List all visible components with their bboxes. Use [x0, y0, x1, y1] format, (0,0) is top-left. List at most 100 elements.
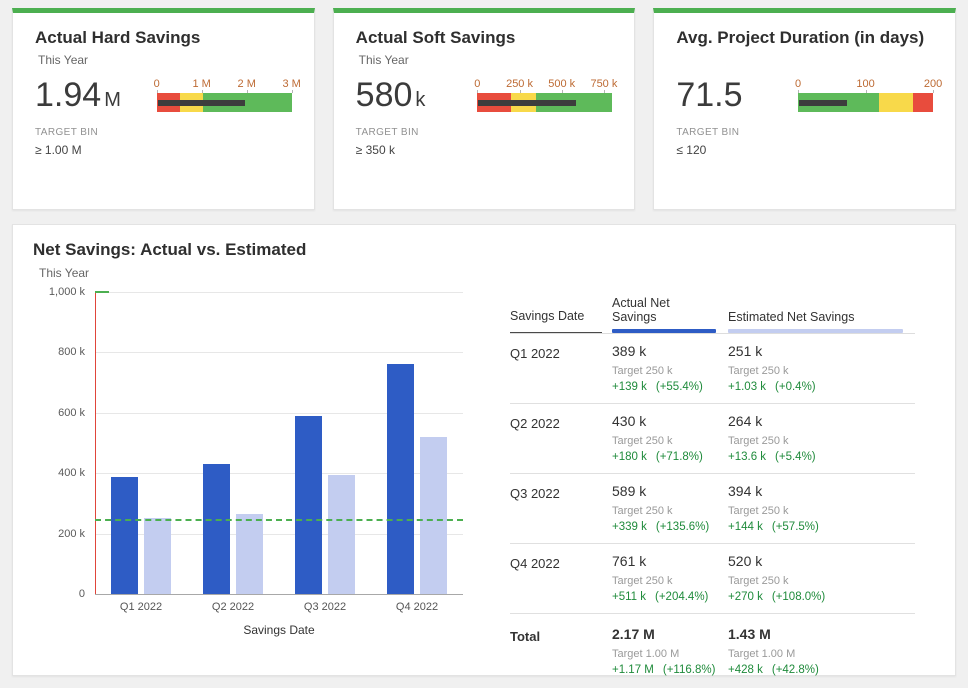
y-axis-line — [95, 292, 96, 594]
cell-target: Target 250 k — [728, 575, 915, 587]
estimated-value-cell: 264 kTarget 250 k+13.6 k(+5.4%) — [728, 413, 915, 463]
y-axis-label: 800 k — [33, 346, 85, 358]
kpi-value: 1.94M — [35, 78, 121, 112]
row-label: Q4 2022 — [510, 553, 612, 603]
gridline — [95, 594, 463, 595]
bar-group-q1-2022 — [95, 292, 187, 594]
page-title: Net Savings: Actual vs. Estimated — [33, 240, 935, 260]
cell-target: Target 250 k — [612, 435, 728, 447]
bullet-tick-label: 750 k — [590, 78, 617, 90]
cell-value: 251 k — [728, 343, 915, 359]
delta-percent: (+55.4%) — [656, 381, 703, 393]
bar-estimated-net-savings-q4-2022[interactable] — [420, 437, 447, 594]
x-axis-title: Savings Date — [95, 623, 463, 637]
bar-actual-net-savings-q2-2022[interactable] — [203, 464, 230, 594]
delta-percent: (+135.6%) — [656, 521, 709, 533]
kpi-number: 580 — [356, 76, 413, 114]
delta-value: +1.17 M — [612, 664, 654, 676]
bar-group-q2-2022 — [187, 292, 279, 594]
bar-estimated-net-savings-q2-2022[interactable] — [236, 514, 263, 594]
table-row-q3-2022[interactable]: Q3 2022589 kTarget 250 k+339 k(+135.6%)3… — [510, 474, 915, 544]
delta-percent: (+71.8%) — [656, 451, 703, 463]
kpi-value: 580k — [356, 78, 426, 112]
bullet-axis: 01 M2 M3 M — [157, 78, 292, 93]
plot-area — [95, 292, 463, 594]
row-label: Q1 2022 — [510, 343, 612, 393]
y-axis-label: 0 — [33, 588, 85, 600]
card-title: Avg. Project Duration (in days) — [676, 28, 933, 48]
y-axis-label: 1,000 k — [33, 286, 85, 298]
kpi-number: 71.5 — [676, 76, 742, 114]
axis-top-cap — [95, 291, 109, 293]
bullet-tick-mark — [933, 90, 934, 93]
table-row-q1-2022[interactable]: Q1 2022389 k Target 250 k +139 k (+55.4%) 25… — [510, 334, 915, 404]
cell-value: 761 k — [612, 553, 728, 569]
bullet-tick-label: 1 M — [192, 78, 210, 90]
target-bin-label: TARGET BIN — [356, 127, 613, 138]
target-bin-label: TARGET BIN — [676, 127, 933, 138]
bullet-axis: 0100200 — [798, 78, 933, 93]
delta-value: +139 k — [612, 381, 647, 393]
col-header-estimated: Estimated Net Savings — [728, 310, 915, 333]
actual-value-cell: 2.17 MTarget 1.00 M+1.17 M(+116.8%) — [612, 626, 728, 676]
cell-target: Target 250 k — [728, 435, 915, 447]
card-subtitle: This Year — [359, 53, 613, 68]
delta-percent: (+0.4%) — [775, 381, 816, 393]
cell-delta: +1.17 M(+116.8%) — [612, 664, 728, 676]
bar-actual-net-savings-q4-2022[interactable] — [387, 364, 414, 594]
cell-value: 264 k — [728, 413, 915, 429]
bar-actual-net-savings-q1-2022[interactable] — [111, 477, 138, 594]
bullet-band — [913, 93, 933, 112]
cell-delta: +139 k (+55.4%) — [612, 381, 728, 393]
table-row-q2-2022[interactable]: Q2 2022430 kTarget 250 k+180 k(+71.8%)26… — [510, 404, 915, 474]
bullet-tick-mark — [292, 90, 293, 93]
row-label: Q3 2022 — [510, 483, 612, 533]
bullet-chart: 0250 k500 k750 k — [477, 78, 612, 112]
actual-value-cell: 430 kTarget 250 k+180 k(+71.8%) — [612, 413, 728, 463]
actual-value-cell: 389 k Target 250 k +139 k (+55.4%) — [612, 343, 728, 393]
x-axis-labels: Q1 2022Q2 2022Q3 2022Q4 2022 — [95, 601, 463, 613]
estimated-value-cell: 1.43 MTarget 1.00 M+428 k(+42.8%) — [728, 626, 915, 676]
kpi-value: 71.5 — [676, 78, 745, 112]
table-row-q4-2022[interactable]: Q4 2022761 kTarget 250 k+511 k(+204.4%)5… — [510, 544, 915, 614]
delta-value: +339 k — [612, 521, 647, 533]
target-bin-value: ≥ 1.00 M — [35, 143, 292, 157]
cell-value: 394 k — [728, 483, 915, 499]
cell-value: 389 k — [612, 343, 728, 359]
net-savings-bar-chart: Q1 2022Q2 2022Q3 2022Q4 2022 Savings Dat… — [33, 282, 488, 640]
cell-value: 589 k — [612, 483, 728, 499]
col-header-actual: Actual Net Savings — [612, 296, 728, 333]
cell-target: Target 250 k — [612, 575, 728, 587]
table-header: Savings Date Actual Net Savings Estimate… — [510, 296, 915, 334]
bullet-axis: 0250 k500 k750 k — [477, 78, 612, 93]
delta-value: +428 k — [728, 664, 763, 676]
bullet-band — [879, 93, 913, 112]
cell-target: Target 250 k — [612, 365, 728, 377]
delta-value: +511 k — [612, 591, 646, 603]
delta-percent: (+204.4%) — [655, 591, 708, 603]
actual-legend-bar — [612, 329, 716, 333]
bar-actual-net-savings-q3-2022[interactable] — [295, 416, 322, 594]
card-subtitle — [679, 53, 933, 68]
table-row-total[interactable]: Total2.17 MTarget 1.00 M+1.17 M(+116.8%)… — [510, 614, 915, 676]
bullet-tick-label: 3 M — [283, 78, 301, 90]
bar-estimated-net-savings-q3-2022[interactable] — [328, 475, 355, 594]
col-header-savings-date: Savings Date — [510, 309, 602, 333]
delta-value: +180 k — [612, 451, 647, 463]
estimated-value-cell: 394 kTarget 250 k+144 k(+57.5%) — [728, 483, 915, 533]
kpi-unit: M — [104, 89, 121, 111]
bar-groups — [95, 292, 463, 594]
bullet-bar — [157, 93, 292, 112]
kpi-card-soft-savings: Actual Soft Savings This Year 580k 0250 … — [333, 8, 636, 210]
actual-value-cell: 589 kTarget 250 k+339 k(+135.6%) — [612, 483, 728, 533]
cell-delta: +339 k (+135.6%) — [612, 521, 728, 533]
bullet-bar — [798, 93, 933, 112]
card-title: Actual Soft Savings — [356, 28, 613, 48]
actual-value-cell: 761 k Target 250 k +511 k (+204.4%) — [612, 553, 728, 603]
x-axis-label-q4-2022: Q4 2022 — [371, 601, 463, 613]
bullet-tick-label: 0 — [795, 78, 801, 90]
cell-value: 1.43 M — [728, 626, 915, 642]
bar-estimated-net-savings-q1-2022[interactable] — [144, 518, 171, 594]
bullet-value-bar — [158, 100, 245, 106]
net-savings-content: Q1 2022Q2 2022Q3 2022Q4 2022 Savings Dat… — [33, 282, 935, 676]
